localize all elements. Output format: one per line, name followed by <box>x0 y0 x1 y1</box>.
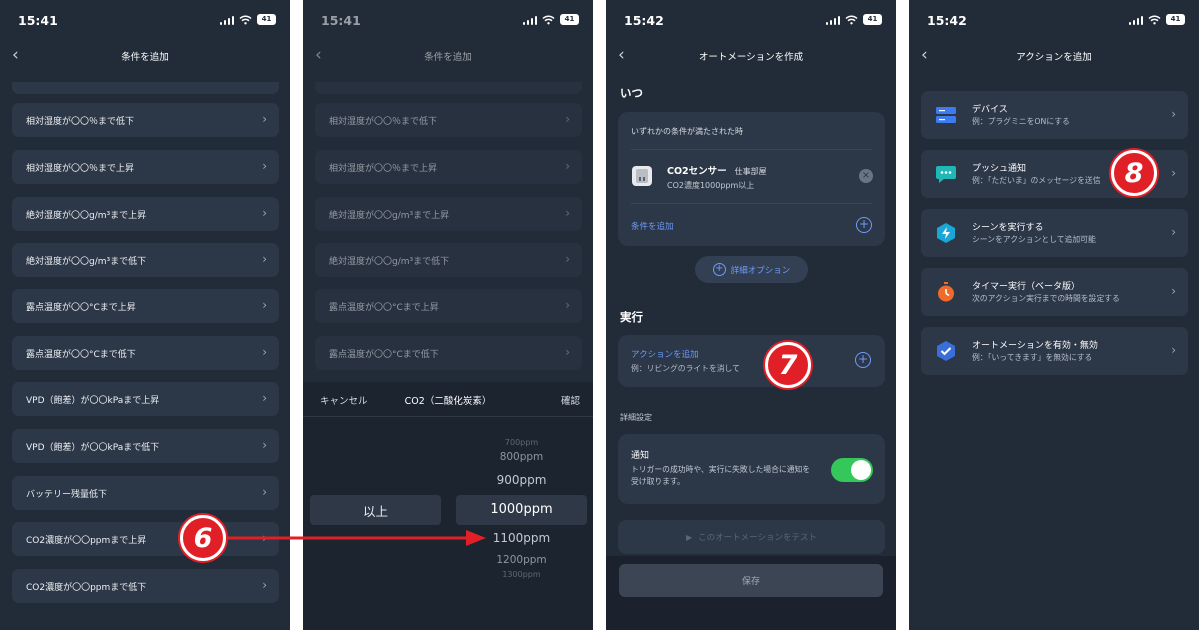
step-6-badge: 6 <box>180 515 226 561</box>
step-7-badge: 7 <box>765 342 811 388</box>
step-8-badge: 8 <box>1111 150 1157 196</box>
